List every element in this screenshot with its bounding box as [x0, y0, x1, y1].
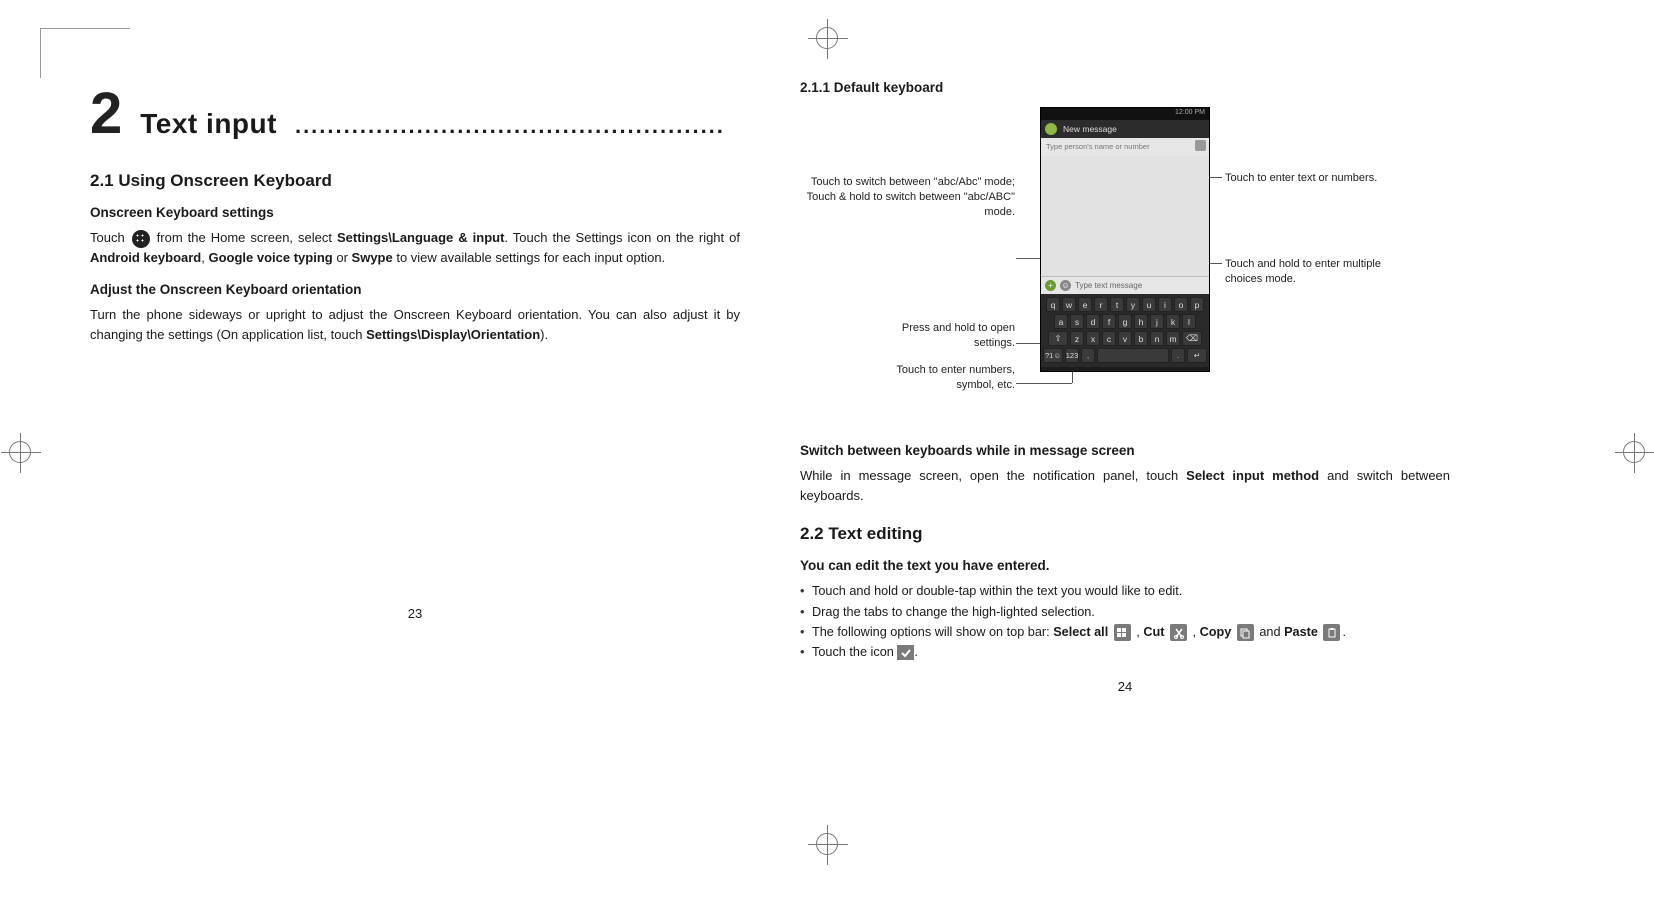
- key: s: [1070, 314, 1084, 329]
- phone-title-bar: New message: [1041, 120, 1209, 138]
- edit-text-heading: You can edit the text you have entered.: [800, 558, 1450, 573]
- key: f: [1102, 314, 1116, 329]
- key: l: [1182, 314, 1196, 329]
- emoji-icon: ☺: [1060, 280, 1071, 291]
- done-check-icon: [897, 645, 914, 660]
- crop-mark-bottom: [807, 824, 847, 864]
- chapter-number: 2: [90, 80, 122, 147]
- orientation-heading: Adjust the Onscreen Keyboard orientation: [90, 282, 740, 297]
- key: d: [1086, 314, 1100, 329]
- key: y: [1126, 297, 1140, 312]
- callout-enter-text: Touch to enter text or numbers.: [1225, 171, 1395, 186]
- phone-status-bar: 12:00 PM: [1041, 108, 1209, 120]
- text-editing-bullets: Touch and hold or double-tap within the …: [800, 581, 1450, 662]
- sms-icon: [1045, 123, 1057, 135]
- symbols-key: ?1☺: [1043, 348, 1063, 363]
- numbers-key: 123: [1065, 348, 1079, 363]
- key-row-2: a s d f g h j k l: [1043, 314, 1207, 329]
- key-row-4: ?1☺ 123 , . ↵: [1043, 348, 1207, 363]
- bullet-item: The following options will show on top b…: [800, 622, 1450, 642]
- key: q: [1046, 297, 1060, 312]
- callout-open-settings: Press and hold to open settings.: [860, 321, 1015, 351]
- space-key: [1097, 348, 1169, 363]
- key: g: [1118, 314, 1132, 329]
- add-contact-icon: [1195, 140, 1206, 151]
- key: k: [1166, 314, 1180, 329]
- select-all-icon: [1114, 624, 1131, 641]
- onscreen-keyboard: q w e r t y u i o p a s d: [1041, 294, 1209, 367]
- key-row-3: ⇧ z x c v b n m ⌫: [1043, 331, 1207, 346]
- page-number-right: 24: [800, 679, 1450, 694]
- key: c: [1102, 331, 1116, 346]
- bullet-item: Touch and hold or double-tap within the …: [800, 581, 1450, 601]
- orientation-body: Turn the phone sideways or upright to ad…: [90, 305, 740, 345]
- callout-numbers-symbol: Touch to enter numbers, symbol, etc.: [860, 363, 1015, 393]
- key: u: [1142, 297, 1156, 312]
- key: i: [1158, 297, 1172, 312]
- onscreen-settings-heading: Onscreen Keyboard settings: [90, 205, 740, 220]
- paste-icon: [1323, 624, 1340, 641]
- key: w: [1062, 297, 1076, 312]
- page-right: 2.1.1 Default keyboard Touch to switch b…: [800, 80, 1450, 694]
- key: x: [1086, 331, 1100, 346]
- phone-screen-title: New message: [1063, 124, 1117, 134]
- key: j: [1150, 314, 1164, 329]
- section-2-1-heading: 2.1 Using Onscreen Keyboard: [90, 171, 740, 191]
- keyboard-diagram: Touch to switch between "abc/Abc" mode; …: [800, 105, 1450, 425]
- attach-icon: +: [1045, 280, 1056, 291]
- copy-icon: [1237, 624, 1254, 641]
- key: e: [1078, 297, 1092, 312]
- apps-icon: [132, 230, 150, 248]
- key: p: [1190, 297, 1204, 312]
- period-key: .: [1171, 348, 1185, 363]
- cut-icon: [1170, 624, 1187, 641]
- shift-key: ⇧: [1048, 331, 1068, 346]
- page-left: 2 Text input ...........................…: [90, 80, 740, 694]
- chapter-title: Text input: [140, 108, 277, 140]
- section-2-1-1-heading: 2.1.1 Default keyboard: [800, 80, 1450, 95]
- chapter-heading-row: 2 Text input ...........................…: [90, 80, 740, 147]
- bullet-item: Drag the tabs to change the high-lighted…: [800, 602, 1450, 622]
- key: z: [1070, 331, 1084, 346]
- crop-mark-right: [1614, 432, 1654, 472]
- message-body-area: [1041, 156, 1209, 276]
- crop-mark-left: [0, 432, 40, 472]
- chapter-dots: ........................................…: [295, 113, 740, 139]
- key: n: [1150, 331, 1164, 346]
- key: m: [1166, 331, 1180, 346]
- callout-multi-choice: Touch and hold to enter multiple choices…: [1225, 257, 1415, 287]
- page-number-left: 23: [90, 606, 740, 621]
- key: b: [1134, 331, 1148, 346]
- backspace-key: ⌫: [1182, 331, 1202, 346]
- callout-switch-mode: Touch to switch between "abc/Abc" mode; …: [800, 175, 1015, 220]
- key: v: [1118, 331, 1132, 346]
- recipient-field: Type person's name or number: [1041, 138, 1209, 156]
- key: h: [1134, 314, 1148, 329]
- compose-row: + ☺ Type text message: [1041, 276, 1209, 294]
- section-2-2-heading: 2.2 Text editing: [800, 524, 1450, 544]
- compose-placeholder: Type text message: [1075, 281, 1142, 290]
- key: a: [1054, 314, 1068, 329]
- key: r: [1094, 297, 1108, 312]
- phone-screenshot: 12:00 PM New message Type person's name …: [1040, 107, 1210, 372]
- switch-keyboards-heading: Switch between keyboards while in messag…: [800, 443, 1450, 458]
- onscreen-settings-body: Touch from the Home screen, select Setti…: [90, 228, 740, 268]
- key-row-1: q w e r t y u i o p: [1043, 297, 1207, 312]
- key: t: [1110, 297, 1124, 312]
- comma-key: ,: [1081, 348, 1095, 363]
- crop-mark-top: [807, 18, 847, 58]
- enter-key: ↵: [1187, 348, 1207, 363]
- switch-keyboards-body: While in message screen, open the notifi…: [800, 466, 1450, 506]
- key: o: [1174, 297, 1188, 312]
- bullet-item: Touch the icon .: [800, 642, 1450, 662]
